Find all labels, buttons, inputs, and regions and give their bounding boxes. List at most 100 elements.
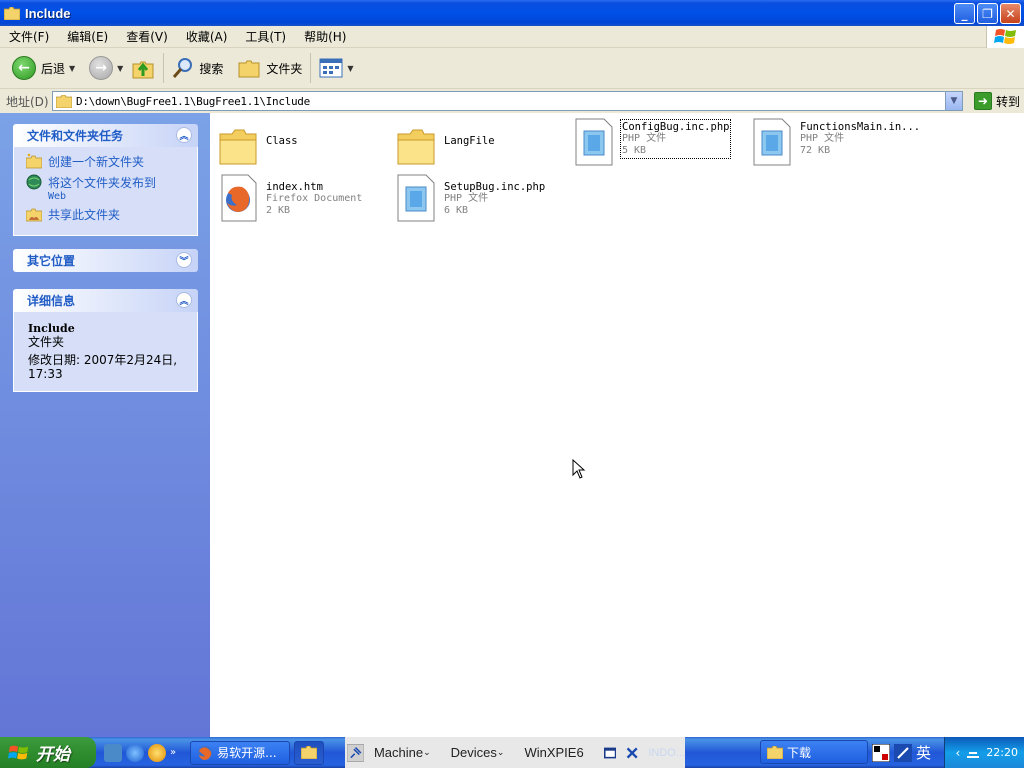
address-bar: 地址(D) D:\down\BugFree1.1\BugFree1.1\Incl… bbox=[0, 89, 1024, 113]
chevron-down-icon[interactable]: ▼ bbox=[347, 64, 353, 73]
firefox-document-icon bbox=[218, 173, 258, 223]
vm-menu-devices[interactable]: Devices ⌄ bbox=[451, 745, 505, 760]
menu-edit[interactable]: 编辑(E) bbox=[58, 28, 117, 45]
address-dropdown-icon[interactable]: ▼ bbox=[945, 92, 962, 110]
new-folder-icon bbox=[26, 153, 42, 169]
close-button[interactable]: ✕ bbox=[1000, 3, 1021, 24]
other-places-header[interactable]: 其它位置 ︾ bbox=[13, 249, 198, 272]
file-tasks-body: 创建一个新文件夹 将这个文件夹发布到 Web 共享此文件夹 bbox=[13, 147, 198, 236]
file-item[interactable]: SetupBug.inc.php PHP 文件 6 KB bbox=[396, 173, 574, 225]
menu-view[interactable]: 查看(V) bbox=[117, 28, 177, 45]
close-icon[interactable] bbox=[626, 745, 638, 761]
ime-lang-label[interactable]: 英 bbox=[916, 742, 931, 763]
collapse-icon[interactable]: ︽ bbox=[176, 127, 192, 143]
file-item[interactable]: ConfigBug.inc.php PHP 文件 5 KB bbox=[574, 117, 752, 169]
up-button[interactable] bbox=[127, 51, 159, 85]
folders-icon bbox=[238, 60, 260, 78]
collapse-icon[interactable]: ︽ bbox=[176, 292, 192, 308]
taskbar-button-firefox[interactable]: 易软开源... bbox=[190, 740, 291, 765]
ime-brush-icon[interactable] bbox=[894, 743, 912, 762]
file-item[interactable]: LangFile bbox=[396, 121, 574, 173]
file-tasks-header[interactable]: 文件和文件夹任务 ︽ bbox=[13, 124, 198, 147]
maximize-button[interactable]: ❐ bbox=[977, 3, 998, 24]
quick-launch: » bbox=[104, 743, 176, 762]
details-panel: 详细信息 ︽ Include 文件夹 修改日期: 2007年2月24日, 17:… bbox=[13, 289, 198, 392]
taskbar-button-downloads[interactable]: 下载 bbox=[760, 740, 868, 764]
views-button[interactable]: ▼ bbox=[315, 51, 357, 85]
panel-title: 其它位置 bbox=[27, 254, 76, 268]
folders-label: 文件夹 bbox=[266, 61, 303, 76]
chevron-down-icon[interactable]: ▼ bbox=[117, 64, 123, 73]
file-item[interactable]: Class bbox=[218, 121, 396, 173]
file-item[interactable]: FunctionsMain.in... PHP 文件 72 KB bbox=[752, 117, 930, 169]
chevron-right-icon[interactable]: » bbox=[170, 747, 176, 758]
share-folder-link[interactable]: 共享此文件夹 bbox=[26, 206, 189, 223]
window-icon[interactable] bbox=[603, 745, 617, 761]
task-label: 共享此文件夹 bbox=[48, 208, 121, 222]
toolbar-divider bbox=[163, 53, 165, 83]
folder-icon bbox=[767, 745, 783, 759]
task-button-label: 下载 bbox=[787, 745, 812, 760]
file-name: index.htm bbox=[266, 181, 323, 193]
publish-web-link[interactable]: 将这个文件夹发布到 Web bbox=[26, 174, 189, 202]
folder-icon bbox=[56, 94, 72, 108]
ime-grid-icon[interactable] bbox=[872, 743, 890, 762]
folder-up-icon bbox=[132, 61, 154, 79]
panel-title: 文件和文件夹任务 bbox=[27, 129, 124, 143]
minimize-button[interactable]: _ bbox=[954, 3, 975, 24]
title-bar[interactable]: Include _ ❐ ✕ bbox=[0, 0, 1024, 26]
chevron-left-icon[interactable]: ‹ bbox=[955, 746, 960, 760]
media-player-icon[interactable] bbox=[148, 743, 166, 762]
detail-time: 17:33 bbox=[28, 367, 63, 381]
back-label: 后退 bbox=[41, 61, 66, 76]
back-button[interactable]: ← 后退 ▼ bbox=[8, 51, 79, 85]
file-tasks-panel: 文件和文件夹任务 ︽ 创建一个新文件夹 将这个文件夹发布到 Web 共享此文件夹 bbox=[13, 124, 198, 236]
forward-arrow-icon: → bbox=[89, 56, 114, 80]
php-file-icon bbox=[396, 173, 436, 223]
other-places-panel: 其它位置 ︾ bbox=[13, 249, 198, 272]
goto-button[interactable]: ➜ 转到 bbox=[973, 92, 1020, 110]
folder-icon bbox=[396, 121, 436, 171]
ie-icon[interactable] bbox=[126, 743, 144, 762]
chevron-down-icon: ⌄ bbox=[423, 747, 431, 757]
task-pane: 文件和文件夹任务 ︽ 创建一个新文件夹 将这个文件夹发布到 Web 共享此文件夹 … bbox=[0, 113, 210, 737]
folders-button[interactable]: 文件夹 bbox=[233, 51, 306, 85]
expand-icon[interactable]: ︾ bbox=[176, 252, 192, 268]
vm-name: WinXPIE6 bbox=[524, 745, 584, 760]
task-button-label[interactable]: INDO... bbox=[648, 747, 685, 759]
network-icon[interactable] bbox=[966, 747, 980, 759]
pin-icon[interactable] bbox=[347, 742, 364, 764]
vm-menu-bar: Machine ⌄ Devices ⌄ WinXPIE6 INDO... bbox=[345, 737, 685, 768]
panel-title: 详细信息 bbox=[27, 294, 76, 308]
menu-help[interactable]: 帮助(H) bbox=[295, 28, 355, 45]
php-file-icon bbox=[574, 117, 614, 167]
forward-button[interactable]: → ▼ bbox=[85, 51, 127, 85]
chevron-down-icon[interactable]: ▼ bbox=[69, 64, 75, 73]
menu-file[interactable]: 文件(F) bbox=[0, 28, 58, 45]
chevron-down-icon: ⌄ bbox=[496, 747, 505, 757]
ime-bar: 英 bbox=[872, 742, 931, 763]
new-folder-link[interactable]: 创建一个新文件夹 bbox=[26, 153, 189, 170]
settings-icon[interactable] bbox=[104, 743, 122, 762]
task-sub-label: Web bbox=[48, 191, 67, 202]
folder-icon bbox=[301, 746, 318, 759]
file-list[interactable]: Class LangFile ConfigBug.inc.php PHP 文件 … bbox=[210, 113, 1024, 737]
windows-flag-icon bbox=[8, 745, 29, 759]
task-button-label: 易软开源... bbox=[217, 746, 277, 760]
details-header[interactable]: 详细信息 ︽ bbox=[13, 289, 198, 312]
menu-tools[interactable]: 工具(T) bbox=[236, 28, 295, 45]
vm-menu-label: Machine bbox=[373, 745, 424, 760]
file-name: LangFile bbox=[444, 135, 495, 147]
folder-icon bbox=[218, 121, 258, 171]
search-button[interactable]: 搜索 bbox=[168, 51, 227, 85]
vm-menu-label: Devices bbox=[450, 745, 497, 760]
clock[interactable]: 22:20 bbox=[986, 746, 1018, 759]
file-item[interactable]: index.htm Firefox Document 2 KB bbox=[218, 173, 396, 225]
back-arrow-icon: ← bbox=[12, 56, 36, 80]
start-button[interactable]: 开始 bbox=[0, 737, 96, 768]
taskbar-button-explorer[interactable] bbox=[294, 740, 325, 765]
php-file-icon bbox=[752, 117, 792, 167]
vm-menu-machine[interactable]: Machine ⌄ bbox=[374, 745, 431, 760]
address-input[interactable]: D:\down\BugFree1.1\BugFree1.1\Include ▼ bbox=[52, 91, 963, 111]
menu-favorites[interactable]: 收藏(A) bbox=[177, 28, 237, 45]
